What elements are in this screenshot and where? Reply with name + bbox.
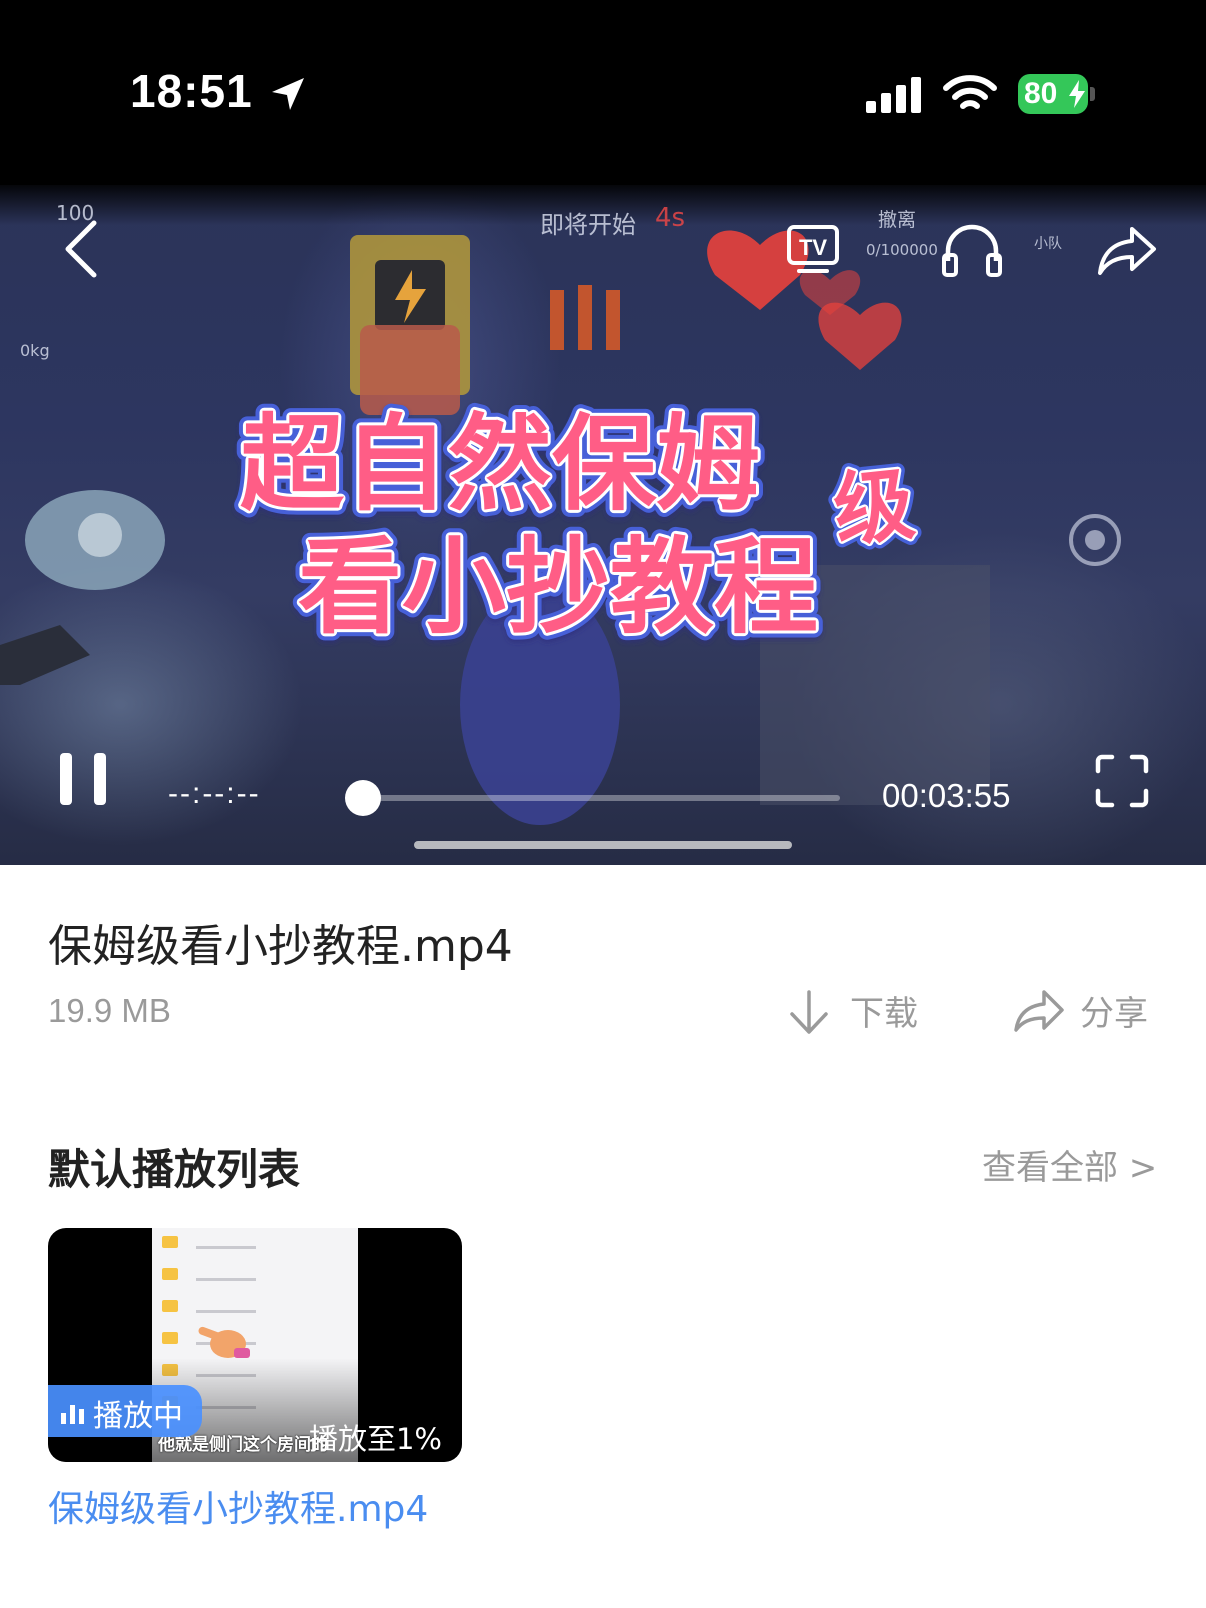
title-art-line2-inner: 看小抄教程 [298, 526, 818, 648]
thumb-file-row [162, 1236, 342, 1256]
progress-thumb[interactable] [345, 780, 381, 816]
download-icon [790, 990, 828, 1034]
chevron-left-icon[interactable] [56, 217, 106, 281]
share-arrow-icon[interactable] [1096, 223, 1158, 277]
thumb-file-row [162, 1332, 342, 1352]
charging-bolt-icon [1069, 80, 1085, 108]
status-bar: 18:51 80 [0, 0, 1206, 185]
headphones-icon[interactable] [940, 221, 1004, 277]
thumb-file-row [162, 1268, 342, 1288]
battery-level: 80 [1024, 77, 1058, 110]
pause-icon[interactable] [58, 751, 110, 807]
hud-countdown: 即将开始 [540, 211, 636, 239]
hud-evacuate: 撤离 [878, 209, 917, 231]
elapsed-time: --:--:-- [168, 777, 261, 810]
hud-weight: 0kg [20, 341, 50, 360]
title-art-line1-inner: 超自然保姆 [240, 403, 760, 525]
location-arrow-icon [272, 78, 304, 110]
playback-progress-text: 播放至1% [308, 1422, 442, 1456]
wifi-icon [943, 75, 997, 109]
progress-bar[interactable] [360, 795, 840, 801]
share-icon [1014, 990, 1064, 1032]
see-all-link[interactable]: 查看全部 > [982, 1140, 1157, 1189]
now-playing-label: 播放中 [93, 1399, 183, 1434]
video-title-art: 超自然保姆 超自然保姆 级 级 看小抄教程 看小抄教程 [233, 396, 925, 655]
total-duration: 00:03:55 [882, 777, 1011, 814]
now-playing-badge: 播放中 [48, 1385, 202, 1437]
title-art-badge-inner: 级 [830, 457, 919, 558]
playlist-item-title[interactable]: 保姆级看小抄教程.mp4 [48, 1480, 428, 1532]
video-player[interactable]: 即将开始 4s 撤离 0/100000 小队 100 0kg 超自然保姆 超自然… [0, 185, 1206, 865]
status-time: 18:51 [130, 65, 253, 117]
hud-team: 小队 [1034, 236, 1062, 252]
playlist-title: 默认播放列表 [48, 1145, 301, 1194]
file-title: 保姆级看小抄教程.mp4 [48, 921, 513, 972]
hud-countdown-seconds: 4s [655, 203, 686, 233]
download-label: 下载 [850, 994, 918, 1034]
hud-evacuate-value: 0/100000 [866, 241, 938, 259]
download-button[interactable]: 下载 [786, 986, 926, 1036]
fullscreen-icon[interactable] [1094, 753, 1150, 809]
share-button[interactable]: 分享 [1012, 986, 1162, 1036]
battery-cap [1090, 87, 1095, 101]
cellular-signal-icon [866, 77, 921, 113]
file-size: 19.9 MB [48, 992, 171, 1029]
tv-cast-icon[interactable]: TV [785, 221, 841, 277]
home-indicator [414, 841, 792, 849]
equalizer-icon [61, 1405, 84, 1424]
tv-label: TV [799, 235, 827, 260]
playlist-item-thumbnail[interactable]: 他就是侧门这个房间的 播放中 播放至1% [48, 1228, 462, 1462]
battery-indicator: 80 [1018, 74, 1095, 114]
thumb-file-row [162, 1300, 342, 1320]
share-label: 分享 [1080, 994, 1148, 1034]
